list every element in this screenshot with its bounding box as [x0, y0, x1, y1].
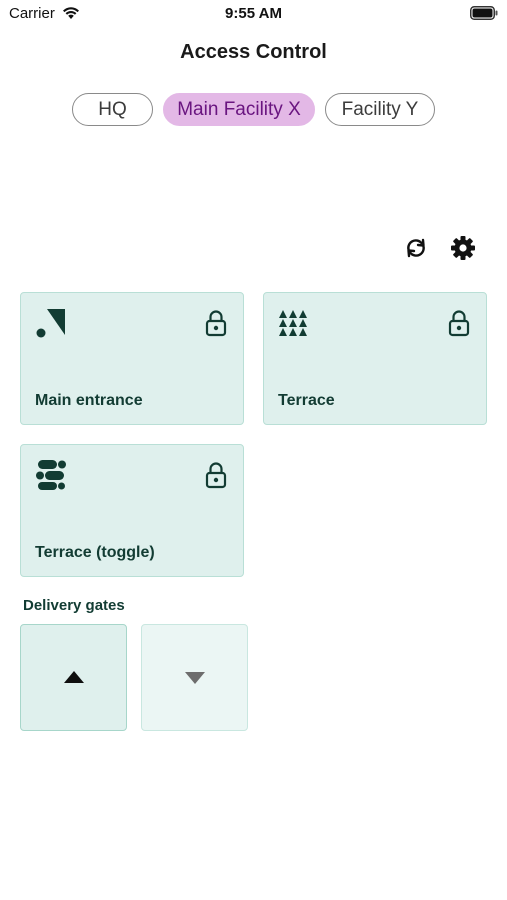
- door-label: Terrace: [278, 392, 335, 409]
- tab-main-facility-x[interactable]: Main Facility X: [163, 93, 315, 126]
- tab-label: HQ: [98, 98, 127, 120]
- delivery-gates-heading: Delivery gates: [23, 597, 125, 614]
- refresh-icon[interactable]: [402, 234, 430, 262]
- status-bar: Carrier 9:55 AM: [0, 0, 507, 28]
- battery-icon: [470, 6, 498, 20]
- tab-facility-y[interactable]: Facility Y: [325, 93, 435, 126]
- terrace-logo-icon: [279, 310, 307, 336]
- main-entrance-logo-icon: [36, 309, 65, 338]
- door-label: Main entrance: [35, 392, 143, 409]
- clock-time: 9:55 AM: [225, 5, 282, 22]
- tab-label: Facility Y: [341, 98, 419, 120]
- terrace-toggle-logo-icon: [36, 460, 66, 490]
- page-title: Access Control: [180, 41, 327, 63]
- gear-icon[interactable]: [449, 234, 477, 262]
- lock-icon: [448, 310, 470, 337]
- triangle-up-icon: [63, 670, 84, 683]
- door-card-terrace[interactable]: Terrace: [263, 292, 487, 425]
- lock-icon: [205, 462, 227, 489]
- gate-down-button[interactable]: [141, 624, 248, 731]
- triangle-down-icon: [184, 671, 205, 684]
- tab-hq[interactable]: HQ: [72, 93, 153, 126]
- lock-icon: [205, 310, 227, 337]
- tab-label: Main Facility X: [177, 98, 301, 120]
- door-card-main-entrance[interactable]: Main entrance: [20, 292, 244, 425]
- gate-up-button[interactable]: [20, 624, 127, 731]
- door-card-terrace-toggle[interactable]: Terrace (toggle): [20, 444, 244, 577]
- door-label: Terrace (toggle): [35, 544, 155, 561]
